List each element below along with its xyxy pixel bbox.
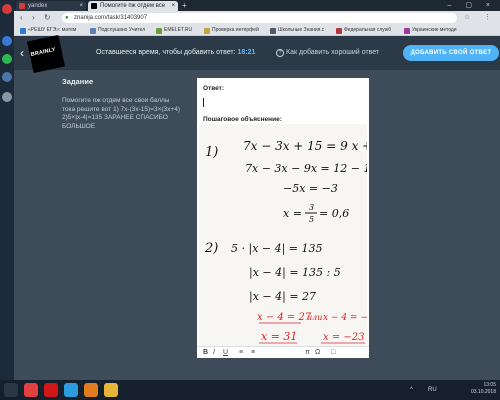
media-player-icon[interactable] [84, 383, 98, 397]
hw-line-4a: x = [283, 207, 302, 220]
address-text: znanija.com/task/31403907 [74, 15, 148, 21]
hw-line-2: 7x − 3x − 9x = 12 − 15 [245, 162, 367, 175]
bookmark-item[interactable]: Украинские методи [404, 26, 457, 35]
bookmarks-bar: «РЕШУ ЕГЭ»: матем Подслушано Учител EMEL… [14, 25, 500, 36]
bookmark-item[interactable]: EMELET.RU [156, 26, 192, 35]
clock[interactable]: 13:05 03.10.2018 [471, 382, 496, 396]
bookmark-item[interactable]: «РЕШУ ЕГЭ»: матем [20, 26, 76, 35]
answer-label: Ответ: [203, 85, 225, 92]
opera-icon[interactable] [44, 383, 58, 397]
hw-line-8b: x − 4 = −27 [323, 313, 367, 323]
timer: Оставшееся время, чтобы добавить ответ: 1… [96, 49, 255, 56]
bookmark-item[interactable]: Проверка интерфей [204, 26, 259, 35]
help-icon: ? [276, 49, 284, 57]
italic-button[interactable]: I [213, 348, 215, 358]
hw-line-4b: = 0,6 [319, 207, 349, 220]
editor-toolbar: B I U ≡ ≡ π Ω □ [197, 346, 369, 358]
lock-icon: ● [65, 15, 69, 21]
bookmark-icon [20, 28, 26, 34]
address-input[interactable]: ● znanija.com/task/31403907 [62, 13, 457, 23]
taskbar: ^ RU 13:05 03.10.2018 [0, 380, 500, 400]
add-answer-button[interactable]: ДОБАВИТЬ СВОЙ ОТВЕТ [403, 45, 499, 61]
hw-number-1: 1) [205, 145, 218, 160]
brainly-logo[interactable]: BRAINLY [27, 35, 65, 73]
bookmark-icon [270, 28, 276, 34]
brainly-icon [91, 3, 97, 9]
left-dock [0, 0, 14, 400]
text-cursor [203, 98, 204, 107]
tab-label: Помогите пж отдем все [100, 3, 166, 9]
bookmark-star-icon[interactable]: ☆ [464, 13, 470, 23]
close-icon[interactable]: × [79, 1, 83, 11]
tab-yandex[interactable]: yandex × [16, 1, 86, 11]
hw-line-3: −5x = −3 [283, 182, 338, 195]
clock-date: 03.10.2018 [470, 389, 496, 395]
handwritten-solution-photo: 1) 7x − 3x + 15 = 9 x + 12 7x − 3x − 9x … [199, 124, 367, 346]
bookmark-icon [90, 28, 96, 34]
window-controls[interactable]: – ▢ × [448, 0, 496, 11]
menu-icon[interactable]: ⋮ [484, 13, 491, 23]
list-button[interactable]: ≡ [239, 348, 243, 358]
address-bar-row: ‹ › ↻ ● znanija.com/task/31403907 ☆ ⋮ [14, 11, 500, 25]
tray-arrow-icon[interactable]: ^ [410, 386, 413, 394]
bookmark-icon [204, 28, 210, 34]
hw-line-9a: x = 31 [261, 330, 297, 343]
start-icon[interactable] [4, 383, 18, 397]
explanation-label: Пошаговое объяснение: [203, 116, 282, 123]
opera-icon[interactable] [2, 4, 12, 14]
close-icon[interactable]: × [171, 1, 175, 11]
hw-line-7: |x − 4| = 27 [249, 290, 316, 304]
clock-time: 13:05 [483, 382, 496, 388]
bookmark-icon [156, 28, 162, 34]
skype-icon[interactable] [64, 383, 78, 397]
hw-line-9b: x = −23 [323, 332, 364, 343]
whatsapp-icon[interactable] [2, 54, 12, 64]
underline-button[interactable]: U [223, 348, 228, 358]
timer-label: Оставшееся время, чтобы добавить ответ: [96, 49, 236, 56]
clock-icon[interactable] [2, 92, 12, 102]
messenger-icon[interactable] [2, 36, 12, 46]
yandex-icon [19, 3, 25, 9]
new-tab-icon[interactable]: + [182, 1, 187, 11]
back-icon[interactable]: ‹ [20, 13, 23, 23]
hw-line-5: 5 · |x − 4| = 135 [231, 242, 323, 256]
back-arrow-icon[interactable]: ‹ [20, 47, 24, 59]
tab-strip: yandex × Помогите пж отдем все × + – ▢ × [14, 0, 500, 11]
timer-value: 18:21 [237, 49, 256, 56]
bookmark-item[interactable]: Федеральная служб [336, 26, 391, 35]
hw-number-2: 2) [204, 241, 218, 256]
task-text: Помогите пж отдем все свои баллы тока ре… [62, 97, 180, 130]
pi-symbol-button[interactable]: π [305, 348, 310, 358]
forward-icon[interactable]: › [32, 13, 35, 23]
bookmark-icon [404, 28, 410, 34]
hw-line-8-or: или [307, 313, 322, 322]
tab-label: yandex [28, 3, 48, 9]
hw-line-8a: x − 4 = 27 [257, 312, 312, 323]
bookmark-icon [336, 28, 342, 34]
reload-icon[interactable]: ↻ [44, 13, 51, 23]
brainly-header: ‹ BRAINLY Оставшееся время, чтобы добави… [14, 35, 500, 73]
vk-icon[interactable] [2, 72, 12, 82]
bookmark-item[interactable]: Подслушано Учител [90, 26, 145, 35]
bold-button[interactable]: B [203, 348, 208, 358]
task-title: Задание [62, 77, 94, 86]
hw-line-6: |x − 4| = 135 : 5 [249, 266, 341, 280]
yandex-browser-icon[interactable] [24, 383, 38, 397]
bookmark-item[interactable]: Школьные Знания.c [270, 26, 324, 35]
answer-editor[interactable]: Ответ: Пошаговое объяснение: 1) 7x − 3x … [197, 78, 369, 358]
hw-frac-den: 5 [309, 215, 314, 224]
omega-symbol-button[interactable]: Ω [315, 348, 320, 358]
file-explorer-icon[interactable] [104, 383, 118, 397]
numbered-list-button[interactable]: ≡ [251, 348, 255, 358]
page-content: ‹ BRAINLY Оставшееся время, чтобы добави… [14, 35, 500, 380]
how-to-answer-link[interactable]: ? Как добавить хороший ответ [276, 49, 379, 57]
hw-line-1: 7x − 3x + 15 = 9 x + 12 [243, 139, 367, 153]
hw-frac-num: 3 [309, 203, 314, 212]
language-indicator[interactable]: RU [428, 386, 437, 394]
tab-brainly[interactable]: Помогите пж отдем все × [88, 1, 178, 11]
attach-icon[interactable]: □ [331, 348, 335, 358]
